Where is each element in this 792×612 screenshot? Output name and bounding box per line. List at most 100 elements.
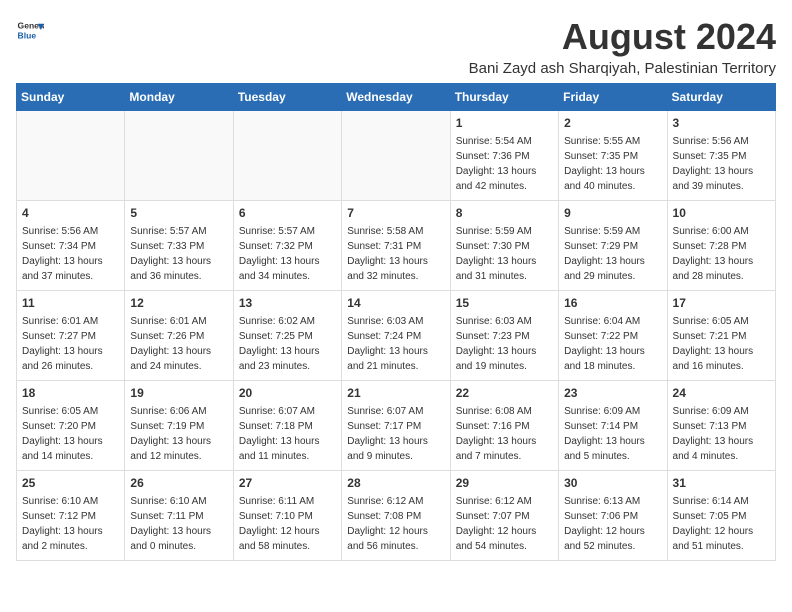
- day-number: 3: [673, 115, 770, 132]
- day-number: 14: [347, 295, 444, 312]
- day-info: Sunrise: 6:09 AMSunset: 7:14 PMDaylight:…: [564, 404, 661, 464]
- subtitle: Bani Zayd ash Sharqiyah, Palestinian Ter…: [469, 60, 776, 77]
- calendar-cell: 15 Sunrise: 6:03 AMSunset: 7:23 PMDayligh…: [450, 291, 558, 381]
- calendar-cell: 6 Sunrise: 5:57 AMSunset: 7:32 PMDaylight…: [233, 201, 341, 291]
- day-info: Sunrise: 5:56 AMSunset: 7:34 PMDaylight:…: [22, 224, 119, 284]
- day-info: Sunrise: 6:02 AMSunset: 7:25 PMDaylight:…: [239, 314, 336, 374]
- day-info: Sunrise: 6:11 AMSunset: 7:10 PMDaylight:…: [239, 494, 336, 554]
- day-number: 16: [564, 295, 661, 312]
- day-number: 27: [239, 475, 336, 492]
- calendar-cell: 25 Sunrise: 6:10 AMSunset: 7:12 PMDayligh…: [17, 471, 125, 561]
- title-section: August 2024 Bani Zayd ash Sharqiyah, Pal…: [469, 16, 776, 77]
- day-info: Sunrise: 6:05 AMSunset: 7:20 PMDaylight:…: [22, 404, 119, 464]
- calendar-cell: 30 Sunrise: 6:13 AMSunset: 7:06 PMDayligh…: [559, 471, 667, 561]
- day-info: Sunrise: 6:12 AMSunset: 7:08 PMDaylight:…: [347, 494, 444, 554]
- calendar-cell: 24Sunrise: 6:09 AMSunset: 7:13 PMDayligh…: [667, 381, 775, 471]
- calendar-cell: 21Sunrise: 6:07 AMSunset: 7:17 PMDayligh…: [342, 381, 450, 471]
- weekday-header-monday: Monday: [125, 84, 233, 111]
- day-number: 7: [347, 205, 444, 222]
- calendar-cell: 27 Sunrise: 6:11 AMSunset: 7:10 PMDayligh…: [233, 471, 341, 561]
- day-info: Sunrise: 5:57 AMSunset: 7:32 PMDaylight:…: [239, 224, 336, 284]
- calendar-cell: 17Sunrise: 6:05 AMSunset: 7:21 PMDayligh…: [667, 291, 775, 381]
- calendar-cell: 7 Sunrise: 5:58 AMSunset: 7:31 PMDaylight…: [342, 201, 450, 291]
- calendar-cell: [17, 111, 125, 201]
- day-number: 8: [456, 205, 553, 222]
- calendar-cell: 20 Sunrise: 6:07 AMSunset: 7:18 PMDayligh…: [233, 381, 341, 471]
- day-number: 1: [456, 115, 553, 132]
- day-info: Sunrise: 6:03 AMSunset: 7:24 PMDaylight:…: [347, 314, 444, 374]
- day-number: 26: [130, 475, 227, 492]
- day-number: 25: [22, 475, 119, 492]
- weekday-header-tuesday: Tuesday: [233, 84, 341, 111]
- weekday-header-thursday: Thursday: [450, 84, 558, 111]
- calendar-cell: 13 Sunrise: 6:02 AMSunset: 7:25 PMDayligh…: [233, 291, 341, 381]
- day-info: Sunrise: 6:00 AMSunset: 7:28 PMDaylight:…: [673, 224, 770, 284]
- day-number: 30: [564, 475, 661, 492]
- day-number: 20: [239, 385, 336, 402]
- day-info: Sunrise: 5:57 AMSunset: 7:33 PMDaylight:…: [130, 224, 227, 284]
- svg-text:Blue: Blue: [18, 31, 37, 41]
- day-number: 31: [673, 475, 770, 492]
- day-info: Sunrise: 5:59 AMSunset: 7:30 PMDaylight:…: [456, 224, 553, 284]
- calendar-cell: 28 Sunrise: 6:12 AMSunset: 7:08 PMDayligh…: [342, 471, 450, 561]
- calendar-cell: [125, 111, 233, 201]
- day-info: Sunrise: 6:08 AMSunset: 7:16 PMDaylight:…: [456, 404, 553, 464]
- calendar-cell: 26 Sunrise: 6:10 AMSunset: 7:11 PMDayligh…: [125, 471, 233, 561]
- calendar-cell: 14 Sunrise: 6:03 AMSunset: 7:24 PMDayligh…: [342, 291, 450, 381]
- day-info: Sunrise: 6:05 AMSunset: 7:21 PMDaylight:…: [673, 314, 770, 374]
- day-info: Sunrise: 5:55 AMSunset: 7:35 PMDaylight:…: [564, 134, 661, 194]
- calendar-cell: 1Sunrise: 5:54 AMSunset: 7:36 PMDaylight…: [450, 111, 558, 201]
- day-number: 19: [130, 385, 227, 402]
- day-info: Sunrise: 6:14 AMSunset: 7:05 PMDaylight:…: [673, 494, 770, 554]
- day-info: Sunrise: 6:10 AMSunset: 7:12 PMDaylight:…: [22, 494, 119, 554]
- day-info: Sunrise: 6:12 AMSunset: 7:07 PMDaylight:…: [456, 494, 553, 554]
- day-number: 6: [239, 205, 336, 222]
- calendar-cell: [233, 111, 341, 201]
- day-number: 2: [564, 115, 661, 132]
- calendar-cell: 22 Sunrise: 6:08 AMSunset: 7:16 PMDayligh…: [450, 381, 558, 471]
- day-number: 29: [456, 475, 553, 492]
- calendar-cell: 31 Sunrise: 6:14 AMSunset: 7:05 PMDayligh…: [667, 471, 775, 561]
- day-info: Sunrise: 6:06 AMSunset: 7:19 PMDaylight:…: [130, 404, 227, 464]
- weekday-header-row: SundayMondayTuesdayWednesdayThursdayFrid…: [17, 84, 776, 111]
- day-number: 10: [673, 205, 770, 222]
- calendar-cell: 10 Sunrise: 6:00 AMSunset: 7:28 PMDayligh…: [667, 201, 775, 291]
- day-number: 21: [347, 385, 444, 402]
- week-row-5: 25 Sunrise: 6:10 AMSunset: 7:12 PMDayligh…: [17, 471, 776, 561]
- calendar-cell: 12Sunrise: 6:01 AMSunset: 7:26 PMDayligh…: [125, 291, 233, 381]
- main-title: August 2024: [469, 16, 776, 58]
- day-number: 13: [239, 295, 336, 312]
- day-number: 15: [456, 295, 553, 312]
- weekday-header-sunday: Sunday: [17, 84, 125, 111]
- day-info: Sunrise: 6:04 AMSunset: 7:22 PMDaylight:…: [564, 314, 661, 374]
- calendar: SundayMondayTuesdayWednesdayThursdayFrid…: [16, 83, 776, 561]
- weekday-header-wednesday: Wednesday: [342, 84, 450, 111]
- day-number: 24: [673, 385, 770, 402]
- day-info: Sunrise: 6:13 AMSunset: 7:06 PMDaylight:…: [564, 494, 661, 554]
- day-number: 18: [22, 385, 119, 402]
- calendar-cell: [342, 111, 450, 201]
- calendar-cell: 23 Sunrise: 6:09 AMSunset: 7:14 PMDayligh…: [559, 381, 667, 471]
- week-row-4: 18 Sunrise: 6:05 AMSunset: 7:20 PMDayligh…: [17, 381, 776, 471]
- logo: General Blue: [16, 16, 44, 44]
- calendar-cell: 11 Sunrise: 6:01 AMSunset: 7:27 PMDayligh…: [17, 291, 125, 381]
- day-info: Sunrise: 5:59 AMSunset: 7:29 PMDaylight:…: [564, 224, 661, 284]
- calendar-cell: 4Sunrise: 5:56 AMSunset: 7:34 PMDaylight…: [17, 201, 125, 291]
- week-row-2: 4Sunrise: 5:56 AMSunset: 7:34 PMDaylight…: [17, 201, 776, 291]
- day-info: Sunrise: 6:10 AMSunset: 7:11 PMDaylight:…: [130, 494, 227, 554]
- day-number: 22: [456, 385, 553, 402]
- day-info: Sunrise: 6:03 AMSunset: 7:23 PMDaylight:…: [456, 314, 553, 374]
- day-info: Sunrise: 6:01 AMSunset: 7:27 PMDaylight:…: [22, 314, 119, 374]
- day-number: 11: [22, 295, 119, 312]
- calendar-cell: 9Sunrise: 5:59 AMSunset: 7:29 PMDaylight…: [559, 201, 667, 291]
- day-number: 28: [347, 475, 444, 492]
- calendar-cell: 19 Sunrise: 6:06 AMSunset: 7:19 PMDayligh…: [125, 381, 233, 471]
- day-info: Sunrise: 5:58 AMSunset: 7:31 PMDaylight:…: [347, 224, 444, 284]
- day-number: 5: [130, 205, 227, 222]
- calendar-cell: 8 Sunrise: 5:59 AMSunset: 7:30 PMDaylight…: [450, 201, 558, 291]
- calendar-cell: 5 Sunrise: 5:57 AMSunset: 7:33 PMDaylight…: [125, 201, 233, 291]
- day-info: Sunrise: 6:07 AMSunset: 7:18 PMDaylight:…: [239, 404, 336, 464]
- header: General Blue August 2024 Bani Zayd ash S…: [16, 16, 776, 77]
- day-number: 23: [564, 385, 661, 402]
- calendar-cell: 29 Sunrise: 6:12 AMSunset: 7:07 PMDayligh…: [450, 471, 558, 561]
